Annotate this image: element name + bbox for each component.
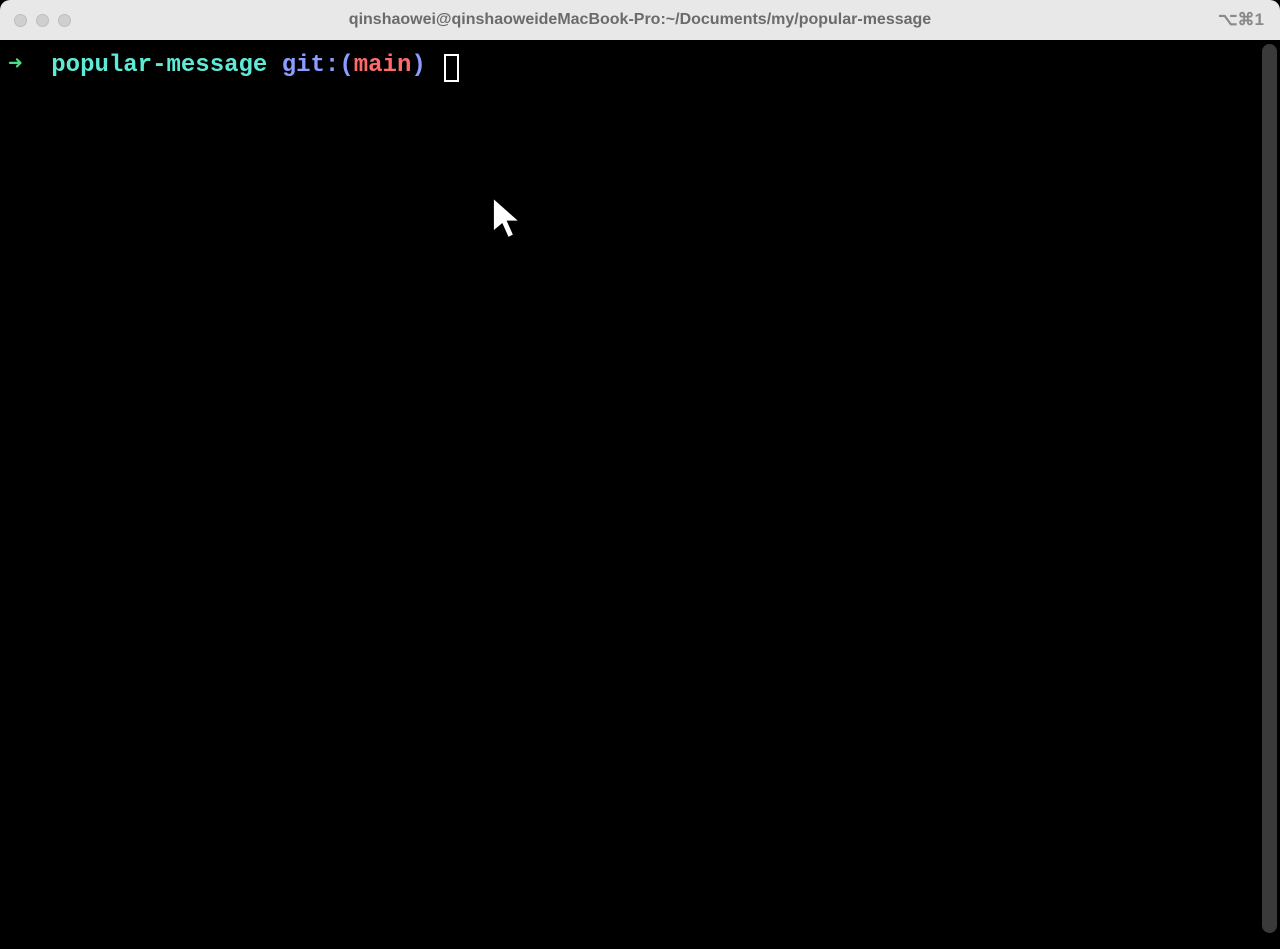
traffic-lights [14,14,71,27]
spacer [267,50,281,81]
current-directory: popular-message [51,50,267,81]
mouse-pointer-icon [490,195,526,255]
maximize-window-button[interactable] [58,14,71,27]
scrollbar-thumb[interactable] [1262,44,1277,933]
prompt-line: ➜ popular-message git:(main) [8,50,1272,81]
terminal-window: qinshaowei@qinshaoweideMacBook-Pro:~/Doc… [0,0,1280,949]
spacer [426,50,440,81]
titlebar[interactable]: qinshaowei@qinshaoweideMacBook-Pro:~/Doc… [0,0,1280,40]
window-title: qinshaowei@qinshaoweideMacBook-Pro:~/Doc… [349,11,931,29]
git-paren-close: ) [411,50,425,81]
close-window-button[interactable] [14,14,27,27]
prompt-arrow-icon: ➜ [8,50,22,81]
git-paren-open: ( [339,50,353,81]
spacer [22,50,51,81]
window-shortcut-indicator: ⌥⌘1 [1218,10,1264,30]
git-label: git: [282,50,340,81]
terminal-body[interactable]: ➜ popular-message git:(main) [0,40,1280,949]
minimize-window-button[interactable] [36,14,49,27]
text-cursor [444,54,459,82]
git-branch: main [354,50,412,81]
